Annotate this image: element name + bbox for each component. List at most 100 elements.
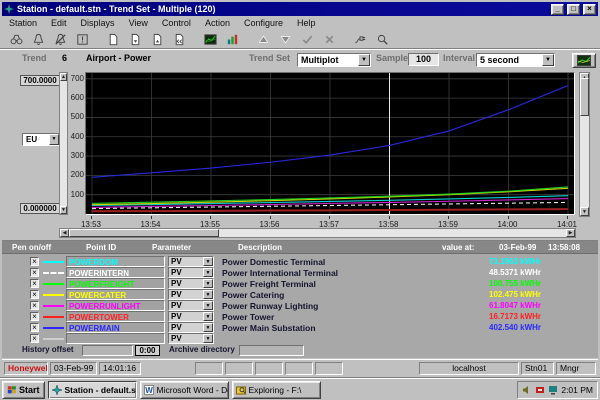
start-button[interactable]: Start: [2, 381, 45, 399]
trend-number: 6: [62, 53, 67, 63]
bell-icon[interactable]: [29, 31, 48, 47]
chevron-down-icon[interactable]: ▼: [49, 134, 59, 145]
pen-checkbox[interactable]: ×: [30, 323, 39, 332]
samples-input[interactable]: 100: [408, 53, 439, 66]
cancel-icon[interactable]: [320, 31, 339, 47]
taskbar-task-2[interactable]: WMicrosoft Word - Document5: [140, 381, 229, 399]
station-status-tray-icon[interactable]: [548, 385, 558, 395]
system-tray: 2:01 PM: [517, 381, 598, 399]
connect-icon[interactable]: [351, 31, 370, 47]
scrollbar-thumb[interactable]: [69, 229, 219, 237]
task-buttons: Station - default.stn -...WMicrosoft Wor…: [48, 381, 321, 399]
trend-set-select[interactable]: Multiplot ▼: [297, 53, 371, 67]
close-button[interactable]: ×: [583, 4, 596, 15]
y-tick-label: 100: [64, 190, 84, 199]
y-axis-max-field[interactable]: 700.0000: [20, 75, 60, 86]
pen-checkbox[interactable]: ×: [30, 290, 39, 299]
chevron-down-icon[interactable]: ▼: [358, 54, 370, 66]
parameter-select[interactable]: PV▼: [168, 333, 214, 344]
scroll-left-icon[interactable]: ◀: [60, 229, 69, 237]
page-fast-icon[interactable]: [170, 31, 189, 47]
scroll-right-icon[interactable]: ▶: [566, 229, 575, 237]
trend-display-icon[interactable]: [201, 31, 220, 47]
chevron-down-icon[interactable]: ▼: [203, 323, 213, 332]
point-id-field[interactable]: POWERRUNLIGHT: [66, 300, 165, 311]
point-value: 48.5371 kWHr: [489, 268, 575, 277]
pen-checkbox[interactable]: ×: [30, 268, 39, 277]
point-id-field[interactable]: POWERFREIGHT: [66, 278, 165, 289]
accept-icon[interactable]: [298, 31, 317, 47]
menu-item-station[interactable]: Station: [2, 18, 44, 28]
pen-checkbox[interactable]: ×: [30, 257, 39, 266]
binoculars-icon[interactable]: [7, 31, 26, 47]
point-id-field[interactable]: POWERDOM: [66, 256, 165, 267]
parameter-select[interactable]: PV▼: [168, 256, 214, 267]
pen-checkbox[interactable]: ×: [30, 279, 39, 288]
menu-item-edit[interactable]: Edit: [44, 18, 74, 28]
group-display-icon[interactable]: [223, 31, 242, 47]
chevron-down-icon[interactable]: ▼: [203, 257, 213, 266]
menu-item-control[interactable]: Control: [155, 18, 198, 28]
raise-icon[interactable]: [254, 31, 273, 47]
toolbar-separator: [342, 31, 348, 47]
history-offset-field[interactable]: [82, 345, 133, 356]
pen-checkbox[interactable]: ×: [30, 312, 39, 321]
point-id-field[interactable]: POWERCATER: [66, 289, 165, 300]
chevron-down-icon[interactable]: ▼: [203, 301, 213, 310]
point-id-field[interactable]: POWERMAIN: [66, 322, 165, 333]
page-icon[interactable]: [104, 31, 123, 47]
find-icon[interactable]: [373, 31, 392, 47]
speaker-icon[interactable]: [522, 385, 532, 395]
parameter-select[interactable]: PV▼: [168, 267, 214, 278]
menu-item-configure[interactable]: Configure: [237, 18, 290, 28]
taskbar-task-3[interactable]: Exploring - F:\: [232, 381, 321, 399]
eu-select[interactable]: EU ▼: [22, 133, 60, 146]
scrollbar-thumb[interactable]: [580, 78, 589, 116]
menu-item-action[interactable]: Action: [198, 18, 237, 28]
interval-select[interactable]: 5 second ▼: [476, 53, 555, 67]
point-id-field[interactable]: POWERTOWER: [66, 311, 165, 322]
parameter-select[interactable]: PV▼: [168, 289, 214, 300]
chevron-down-icon[interactable]: ▼: [203, 312, 213, 321]
taskbar-task-1[interactable]: Station - default.stn -...: [48, 381, 137, 399]
maximize-button[interactable]: □: [567, 4, 580, 15]
parameter-select[interactable]: PV▼: [168, 278, 214, 289]
parameter-value: PV: [169, 279, 203, 288]
scroll-down-icon[interactable]: ▼: [580, 207, 589, 216]
title-bar[interactable]: Station - default.stn - Trend Set - Mult…: [2, 2, 598, 16]
pen-checkbox[interactable]: ×: [30, 301, 39, 310]
x-tick: [567, 216, 568, 219]
bell-disabled-icon[interactable]: [51, 31, 70, 47]
chevron-down-icon[interactable]: ▼: [203, 268, 213, 277]
page-down-icon[interactable]: [126, 31, 145, 47]
plot-horizontal-scrollbar[interactable]: ◀ ▶: [59, 228, 576, 238]
chevron-down-icon[interactable]: ▼: [203, 334, 213, 343]
page-up-icon[interactable]: [148, 31, 167, 47]
trend-popout-button[interactable]: [572, 53, 596, 68]
menu-item-displays[interactable]: Displays: [74, 18, 122, 28]
archive-directory-field[interactable]: [239, 345, 304, 356]
status-indicator: [285, 362, 313, 375]
chevron-down-icon[interactable]: ▼: [203, 290, 213, 299]
plot-vertical-scrollbar[interactable]: ▲ ▼: [579, 72, 590, 217]
y-axis-min-field[interactable]: 0.000000: [20, 203, 60, 214]
parameter-select[interactable]: PV▼: [168, 322, 214, 333]
menu-item-help[interactable]: Help: [290, 18, 323, 28]
parameter-select[interactable]: PV▼: [168, 300, 214, 311]
point-id-field[interactable]: [66, 333, 165, 344]
chevron-down-icon[interactable]: ▼: [203, 279, 213, 288]
toolbar-divider: [0, 48, 600, 50]
lower-icon[interactable]: [276, 31, 295, 47]
minimize-button[interactable]: _: [551, 4, 564, 15]
point-id-field[interactable]: POWERINTERN: [66, 267, 165, 278]
scroll-down-icon[interactable]: ▼: [60, 206, 67, 214]
chevron-down-icon[interactable]: ▼: [542, 54, 554, 66]
trend-plot[interactable]: [85, 72, 575, 215]
menu-item-view[interactable]: View: [122, 18, 155, 28]
toolbar-separator: [245, 31, 251, 47]
history-offset-value[interactable]: 0:00: [135, 345, 160, 356]
pen-checkbox[interactable]: ×: [30, 334, 39, 343]
alarm-tray-icon[interactable]: [535, 385, 545, 395]
alarm-message-icon[interactable]: !: [73, 31, 92, 47]
parameter-select[interactable]: PV▼: [168, 311, 214, 322]
